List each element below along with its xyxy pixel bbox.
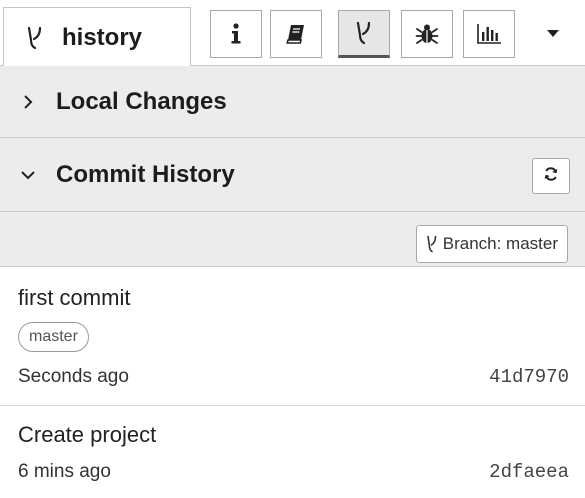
bar-chart-icon xyxy=(476,23,502,45)
tab-bar: history xyxy=(0,0,585,67)
caret-down-icon xyxy=(546,25,560,43)
commit-history-title: Commit History xyxy=(56,160,235,188)
commit-message: Create project xyxy=(18,422,157,447)
branch-toolbar: Branch: master xyxy=(0,212,585,267)
branch-badge: master xyxy=(18,322,89,352)
local-changes-title: Local Changes xyxy=(56,87,227,115)
history-button[interactable] xyxy=(338,10,390,58)
book-button[interactable] xyxy=(270,10,322,58)
commit-time: 6 mins ago xyxy=(18,461,111,482)
info-icon xyxy=(229,22,243,46)
chevron-down-icon xyxy=(20,167,36,183)
book-icon xyxy=(285,23,307,45)
branch-selector-button[interactable]: Branch: master xyxy=(415,225,568,263)
refresh-icon xyxy=(543,166,559,187)
commit-sha: 41d7970 xyxy=(489,366,569,388)
commit-message: first commit xyxy=(18,285,131,310)
tab-history[interactable]: history xyxy=(3,7,191,67)
chart-button[interactable] xyxy=(463,10,515,58)
commit-row[interactable]: first commit master Seconds ago 41d7970 xyxy=(0,267,585,406)
branch-icon xyxy=(355,21,373,45)
history-panel: history Local Changes Commit History Bra… xyxy=(0,0,585,498)
commit-history-header[interactable]: Commit History xyxy=(0,138,585,212)
chevron-right-icon xyxy=(20,94,36,110)
bug-icon xyxy=(415,22,439,46)
commit-time: Seconds ago xyxy=(18,366,129,387)
branch-icon xyxy=(26,26,44,50)
panel-menu-button[interactable] xyxy=(534,14,572,54)
refresh-button[interactable] xyxy=(532,158,570,194)
info-button[interactable] xyxy=(210,10,262,58)
local-changes-header[interactable]: Local Changes xyxy=(0,66,585,138)
tab-history-label: history xyxy=(62,23,143,51)
branch-icon xyxy=(426,235,438,253)
branch-selector-label: Branch: master xyxy=(442,234,558,253)
commit-sha: 2dfaeea xyxy=(489,461,569,483)
commit-row[interactable]: Create project 6 mins ago 2dfaeea xyxy=(0,406,585,498)
debug-button[interactable] xyxy=(401,10,453,58)
